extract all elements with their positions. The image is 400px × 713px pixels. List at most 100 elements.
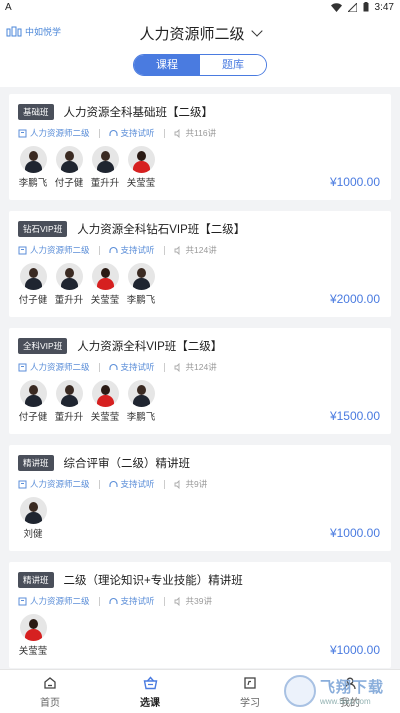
- course-price: ¥2000.00: [329, 292, 380, 306]
- teacher: 付子健: [18, 263, 48, 306]
- course-price: ¥1000.00: [329, 526, 380, 540]
- course-trial: 支持试听: [120, 128, 155, 138]
- page-title-dropdown[interactable]: 人力资源师二级: [139, 23, 263, 44]
- course-trial: 支持试听: [120, 596, 155, 606]
- teacher: 刘健: [18, 497, 48, 540]
- course-title-row: 精讲班 二级（理论知识+专业技能）精讲班: [18, 571, 382, 589]
- course-meta: 人力资源师二级 支持试听 共116讲: [18, 126, 382, 140]
- teacher: 李鹏飞: [126, 263, 156, 306]
- headphones-icon: [108, 246, 118, 253]
- course-meta: 人力资源师二级 支持试听 共39讲: [18, 594, 382, 608]
- audio-icon: [174, 479, 179, 489]
- teacher-name: 李鹏飞: [18, 178, 48, 189]
- teacher-name: 付子健: [18, 412, 48, 423]
- teacher: 关莹莹: [18, 614, 48, 657]
- wifi-icon: [330, 2, 342, 12]
- teacher-name: 刘健: [23, 529, 43, 540]
- app-header: 中如悦学 人力资源师二级: [0, 14, 400, 52]
- brand-icon: [6, 26, 22, 36]
- course-card[interactable]: 钻石VIP班 人力资源全科钻石VIP班【二级】 人力资源师二级 支持试听 共12…: [9, 211, 391, 317]
- teacher-avatar: [91, 263, 119, 290]
- course-card[interactable]: 基础班 人力资源全科基础班【二级】 人力资源师二级 支持试听 共116讲 李鹏飞…: [9, 94, 391, 200]
- brand-logo: 中如悦学: [6, 25, 61, 38]
- course-trial: 支持试听: [120, 245, 155, 255]
- teacher-avatar: [55, 380, 83, 407]
- watermark-url: www.fxxz.com: [320, 697, 371, 706]
- teacher: 付子健: [18, 380, 48, 423]
- course-price: ¥1000.00: [329, 175, 380, 189]
- course-badge: 精讲班: [18, 455, 54, 471]
- teacher-name: 董升升: [54, 295, 84, 306]
- tab-select-course-label: 选课: [140, 697, 160, 709]
- teacher-avatar: [127, 380, 155, 407]
- divider: [98, 596, 100, 606]
- teacher-name: 付子健: [54, 178, 84, 189]
- headphones-icon: [108, 480, 118, 487]
- divider: [98, 362, 100, 372]
- course-card[interactable]: 精讲班 二级（理论知识+专业技能）精讲班 人力资源师二级 支持试听 共39讲 关…: [9, 562, 391, 668]
- teacher-list: 关莹莹: [18, 614, 382, 657]
- teacher-avatar: [55, 263, 83, 290]
- course-title: 人力资源全科基础班【二级】: [63, 107, 214, 119]
- divider: [163, 128, 165, 138]
- book-icon: [18, 246, 27, 254]
- teacher-avatar: [127, 146, 155, 173]
- tab-question-bank[interactable]: 题库: [200, 55, 266, 75]
- brand-name: 中如悦学: [25, 27, 62, 37]
- segment-control-wrap: 课程 题库: [0, 52, 400, 87]
- divider: [98, 245, 100, 255]
- headphones-icon: [108, 129, 118, 136]
- teacher-name: 付子健: [18, 295, 48, 306]
- tab-study-label: 学习: [240, 697, 260, 709]
- course-title-row: 精讲班 综合评审（二级）精讲班: [18, 454, 382, 472]
- course-title: 二级（理论知识+专业技能）精讲班: [63, 575, 243, 587]
- status-app-indicator: A: [5, 1, 12, 13]
- teacher-avatar: [91, 146, 119, 173]
- tab-home-label: 首页: [40, 697, 60, 709]
- tab-courses[interactable]: 课程: [134, 55, 200, 75]
- divider: [163, 479, 165, 489]
- divider: [98, 128, 100, 138]
- book-icon: [18, 129, 27, 137]
- study-icon: [242, 675, 258, 691]
- teacher-list: 刘健: [18, 497, 382, 540]
- course-lessons: 共9讲: [185, 479, 208, 489]
- course-title-row: 基础班 人力资源全科基础班【二级】: [18, 103, 382, 121]
- tab-home[interactable]: 首页: [0, 670, 100, 713]
- teacher-name: 关莹莹: [90, 295, 120, 306]
- teacher-name: 董升升: [54, 412, 84, 423]
- course-price: ¥1000.00: [329, 643, 380, 657]
- course-list: 基础班 人力资源全科基础班【二级】 人力资源师二级 支持试听 共116讲 李鹏飞…: [0, 94, 400, 669]
- teacher: 关莹莹: [90, 263, 120, 306]
- teacher-name: 关莹莹: [126, 178, 156, 189]
- course-category: 人力资源师二级: [30, 245, 90, 255]
- course-category: 人力资源师二级: [30, 128, 90, 138]
- teacher-list: 付子健 董升升 关莹莹 李鹏飞: [18, 380, 382, 423]
- teacher-list: 李鹏飞 付子健 董升升 关莹莹: [18, 146, 382, 189]
- teacher-avatar: [19, 146, 47, 173]
- course-lessons: 共124讲: [185, 245, 217, 255]
- teacher: 关莹莹: [126, 146, 156, 189]
- teacher: 李鹏飞: [126, 380, 156, 423]
- course-card[interactable]: 全科VIP班 人力资源全科VIP班【二级】 人力资源师二级 支持试听 共124讲: [9, 328, 391, 434]
- course-title-row: 钻石VIP班 人力资源全科钻石VIP班【二级】: [18, 220, 382, 238]
- book-icon: [18, 597, 27, 605]
- course-title-row: 全科VIP班 人力资源全科VIP班【二级】: [18, 337, 382, 355]
- teacher: 董升升: [54, 263, 84, 306]
- teacher: 董升升: [90, 146, 120, 189]
- chevron-down-icon: [250, 25, 263, 37]
- teacher-name: 李鹏飞: [126, 412, 156, 423]
- basket-icon: [142, 675, 158, 691]
- course-card[interactable]: 精讲班 综合评审（二级）精讲班 人力资源师二级 支持试听 共9讲 刘健 ¥100…: [9, 445, 391, 551]
- course-title: 人力资源全科VIP班【二级】: [77, 341, 223, 353]
- divider: [163, 362, 165, 372]
- headphones-icon: [108, 597, 118, 604]
- teacher-avatar: [19, 497, 47, 524]
- headphones-icon: [108, 363, 118, 370]
- course-badge: 精讲班: [18, 572, 54, 588]
- site-watermark: 飞翔下载 www.fxxz.com: [284, 671, 396, 711]
- teacher-avatar: [55, 146, 83, 173]
- teacher-avatar: [91, 380, 119, 407]
- tab-select-course[interactable]: 选课: [100, 670, 200, 713]
- course-title: 综合评审（二级）精讲班: [63, 458, 191, 470]
